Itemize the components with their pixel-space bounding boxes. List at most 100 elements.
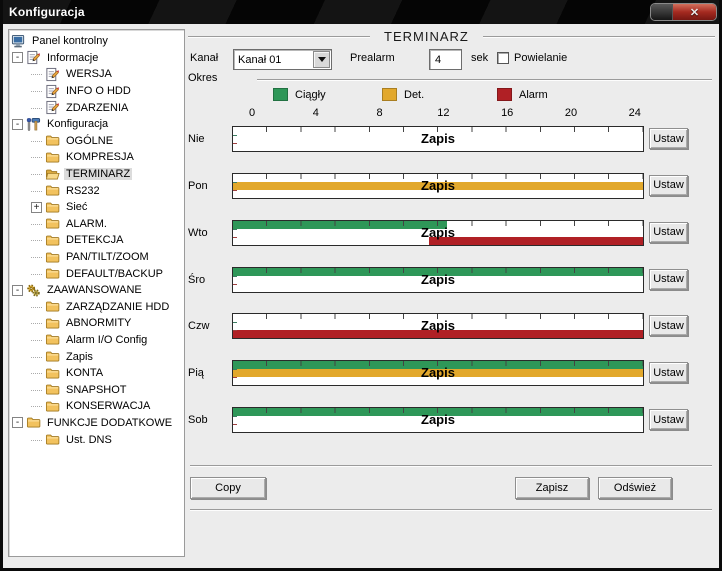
doc-icon [45,84,60,99]
legend-item: Ciągły [273,88,326,101]
tree-expander-icon[interactable]: - [12,52,23,63]
ustaw-button[interactable]: Ustaw [649,269,688,290]
title-bar[interactable]: Konfiguracja ✕ [0,0,722,24]
day-label: Sob [188,407,208,433]
schedule-bar[interactable]: Zapis [232,126,644,152]
copy-button[interactable]: Copy [190,477,266,499]
bar-zapis-label: Zapis [233,225,643,240]
bar-zapis-label: Zapis [233,131,643,146]
titlebar-extra-button[interactable] [651,4,672,20]
ruler-tick-label: 8 [377,107,383,119]
tree-item-label: ZARZĄDZANIE HDD [64,301,171,313]
tree-expander-icon[interactable]: + [31,202,42,213]
separator [483,36,715,37]
tree-item-label: Ust. DNS [64,434,114,446]
tree-item[interactable]: PAN/TILT/ZOOM [9,249,184,266]
ruler-tick-label: 20 [565,107,577,119]
legend-swatch-ciagly [273,88,288,101]
tree-connector [31,307,42,308]
okres-label: Okres [188,72,217,84]
tree-item[interactable]: WERSJA [9,66,184,83]
save-button[interactable]: Zapisz [515,477,589,499]
bar-zapis-label: Zapis [233,319,643,334]
tree-connector [31,91,42,92]
schedule-day-row: Czw Zapis Ustaw [3,313,722,339]
legend-label: Ciągły [295,89,326,101]
bar-zapis-label: Zapis [233,178,643,193]
powielanie-label: Powielanie [514,52,567,64]
schedule-bar[interactable]: Zapis [232,220,644,246]
schedule-day-row: Nie Zapis Ustaw [3,126,722,152]
tree-item-label: INFO O HDD [64,85,133,97]
ustaw-button[interactable]: Ustaw [649,409,688,430]
close-icon: ✕ [690,6,699,19]
tree-item[interactable]: + Sieć [9,199,184,216]
day-label: Pon [188,173,208,199]
ustaw-button[interactable]: Ustaw [649,362,688,383]
tree-item-label: ZDARZENIA [64,102,130,114]
tree-item[interactable]: ZDARZENIA [9,99,184,116]
ustaw-button[interactable]: Ustaw [649,222,688,243]
close-button[interactable]: ✕ [672,4,716,20]
folder-icon [45,299,60,314]
tree-connector [31,108,42,109]
tree-connector [31,340,42,341]
doc-icon [45,67,60,82]
schedule-bar[interactable]: Zapis [232,360,644,386]
separator [188,36,370,37]
schedule-bar[interactable]: Zapis [232,313,644,339]
schedule-bar[interactable]: Zapis [232,173,644,199]
ustaw-button[interactable]: Ustaw [649,315,688,336]
schedule-bar[interactable]: Zapis [232,267,644,293]
channel-label: Kanał [190,52,218,64]
day-label: Pią [188,360,204,386]
ruler-tick-label: 24 [629,107,641,119]
schedule-day-row: Pią Zapis Ustaw [3,360,722,386]
ustaw-button[interactable]: Ustaw [649,175,688,196]
tree-item-label: Sieć [64,201,89,213]
panel-title: TERMINARZ [384,29,469,44]
folder-icon [45,200,60,215]
tree-item[interactable]: Panel kontrolny [9,33,184,50]
bar-zapis-label: Zapis [233,365,643,380]
tree-connector [31,157,42,158]
titlebar-buttons: ✕ [650,3,717,21]
schedule-day-row: Wto Zapis Ustaw [3,220,722,246]
ustaw-button[interactable]: Ustaw [649,128,688,149]
day-label: Śro [188,267,205,293]
ruler-tick-label: 4 [313,107,319,119]
channel-select[interactable]: Kanał 01 [233,49,332,70]
schedule-bar[interactable]: Zapis [232,407,644,433]
tree-connector [31,390,42,391]
bar-zapis-label: Zapis [233,272,643,287]
schedule-day-row: Pon Zapis Ustaw [3,173,722,199]
tree-connector [31,257,42,258]
combo-dropdown-button[interactable] [313,51,330,68]
tree-item-label: Informacje [45,52,100,64]
folder-icon [45,250,60,265]
prealarm-label: Prealarm [350,52,395,64]
tree-connector [31,74,42,75]
prealarm-input[interactable] [429,49,462,70]
doc-icon [45,100,60,115]
tree-connector [31,440,42,441]
tree-item[interactable]: INFO O HDD [9,83,184,100]
chevron-down-icon [318,57,326,62]
schedule-day-row: Sob Zapis Ustaw [3,407,722,433]
refresh-button[interactable]: Odśwież [598,477,672,499]
computer-icon [11,34,26,49]
day-label: Wto [188,220,208,246]
separator [190,465,712,466]
folder-icon [45,432,60,447]
tree-item[interactable]: Ust. DNS [9,431,184,448]
config-window: Konfiguracja ✕ Panel kontrolny - Informa… [0,0,722,571]
separator [190,509,712,510]
powielanie-checkbox[interactable] [497,52,509,64]
channel-selected-value: Kanał 01 [234,54,312,66]
dialog-body: Panel kontrolny - Informacje WERSJA INFO… [3,24,719,568]
schedule-day-row: Śro Zapis Ustaw [3,267,722,293]
bar-zapis-label: Zapis [233,412,643,427]
config-tree: Panel kontrolny - Informacje WERSJA INFO… [8,29,185,557]
tree-item[interactable]: - Informacje [9,50,184,67]
tree-connector [31,357,42,358]
